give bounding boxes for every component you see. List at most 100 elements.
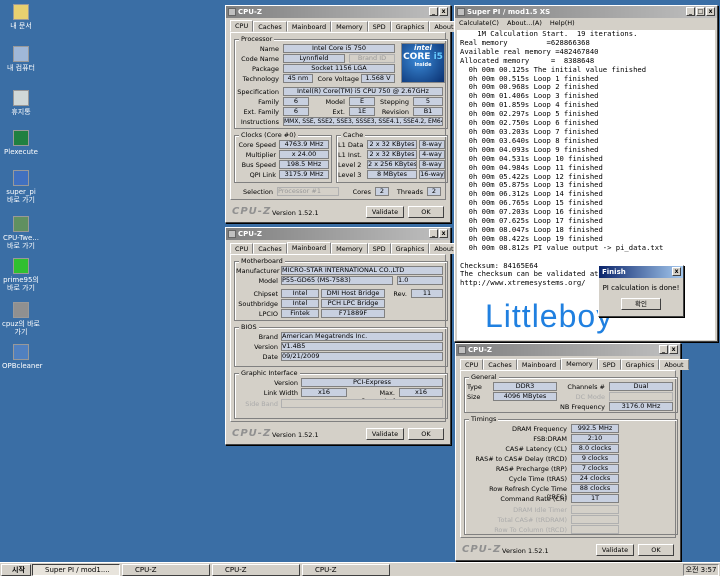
tab-spd[interactable]: SPD [367, 21, 391, 32]
cpuz-footer: CPU-Z Version 1.52.1 Validate OK [226, 428, 450, 441]
menu-about[interactable]: About...(A) [507, 19, 542, 27]
taskbar: 시작 Super PI / mod1.... CPU-Z CPU-Z CPU-Z… [0, 562, 720, 576]
cache-group: Cache L1 Data 2 x 32 KBytes 8-way L1 Inst.… [336, 131, 448, 183]
minimize-icon[interactable]: _ [429, 229, 438, 238]
tab-about[interactable]: About [659, 359, 689, 370]
output-line: 0h 00m 08.812s PI value output -> pi_dat… [460, 242, 664, 252]
tab-graphics[interactable]: Graphics [390, 21, 430, 32]
recycle-bin-icon [13, 90, 29, 106]
cpuz-tabs: CPU Caches Mainboard Memory SPD Graphics… [230, 20, 459, 32]
taskbar-item-cpuz-1[interactable]: CPU-Z [122, 564, 210, 576]
tab-caches[interactable]: Caches [253, 21, 287, 32]
close-icon[interactable]: x [439, 229, 448, 238]
desktop-icon-my-documents[interactable]: 내 문서 [2, 4, 40, 30]
desktop-icon-my-computer[interactable]: 내 컴퓨터 [2, 46, 40, 72]
tab-spd[interactable]: SPD [597, 359, 621, 370]
finish-message: PI calculation is done! [602, 284, 680, 292]
multiplier: x 24.00 [279, 150, 329, 159]
cpuz-window-memory: CPU-Z _ x CPU Caches Mainboard Memory SPD… [455, 343, 689, 561]
tab-cpu[interactable]: CPU [460, 359, 484, 370]
close-icon[interactable]: x [669, 345, 678, 354]
desktop-icon-cpu-tweaker[interactable]: CPU-Twe... 바로 가기 [2, 216, 40, 250]
mb-manufacturer: MICRO-STAR INTERNATIONAL CO.,LTD [281, 266, 443, 275]
cpu-instructions: MMX, SSE, SSE2, SSE3, SSSE3, SSE4.1, SSE… [283, 117, 443, 126]
computer-icon [13, 46, 29, 62]
minimize-icon[interactable]: _ [659, 345, 668, 354]
opbcleaner-icon [13, 344, 29, 360]
tab-cpu[interactable]: CPU [230, 20, 254, 32]
cpuz-titlebar[interactable]: CPU-Z _ x [226, 6, 450, 18]
cpuz-window-mainboard: CPU-Z _ x CPU Caches Mainboard Memory SPD… [225, 227, 459, 445]
desktop-icon-super-pi[interactable]: super_pi 바로 가기 [2, 170, 40, 204]
cpuz-tabs: CPU Caches Mainboard Memory SPD Graphics… [460, 358, 689, 370]
minimize-icon[interactable]: _ [686, 7, 695, 16]
cpuz-tabs: CPU Caches Mainboard Memory SPD Graphics… [230, 242, 459, 254]
cpu-name: Intel Core i5 750 [283, 44, 395, 53]
processor-group: Processor Name Intel Core i5 750 Code Nam… [234, 35, 448, 129]
clocks-group: Clocks (Core #0) Core Speed 4763.9 MHz Mu… [234, 131, 332, 183]
tab-memory[interactable]: Memory [331, 243, 368, 254]
cpu-panel: Processor Name Intel Core i5 750 Code Nam… [230, 32, 448, 200]
plexecute-icon [13, 130, 29, 146]
super-pi-icon [13, 170, 29, 186]
close-icon[interactable]: x [706, 7, 715, 16]
tab-caches[interactable]: Caches [253, 243, 287, 254]
cpu-codename: Lynnfield [283, 54, 345, 63]
superpi-titlebar[interactable]: Super PI / mod1.5 XS _ □ x [455, 6, 717, 18]
desktop-icon-opbcleaner[interactable]: OPBcleaner [2, 344, 43, 370]
ok-button[interactable]: OK [408, 206, 444, 218]
validate-button[interactable]: Validate [366, 428, 404, 440]
cpuz-titlebar[interactable]: CPU-Z _ x [456, 344, 680, 356]
superpi-app-icon [457, 8, 465, 16]
intel-core-i5-badge: intel CORE i5 inside [401, 43, 445, 83]
taskbar-item-cpuz-3[interactable]: CPU-Z [302, 564, 390, 576]
tab-caches[interactable]: Caches [483, 359, 517, 370]
general-group: General Type DDR3 Channels # Dual Size 4096… [464, 373, 678, 413]
tab-cpu[interactable]: CPU [230, 243, 254, 254]
ok-button[interactable]: OK [408, 428, 444, 440]
tab-mainboard[interactable]: Mainboard [286, 21, 332, 32]
mem-size: 4096 MBytes [493, 392, 557, 401]
tab-mainboard[interactable]: Mainboard [516, 359, 562, 370]
timings-group: Timings DRAM Frequency 992.5 MHz FSB:DRAM… [464, 415, 678, 535]
bus-speed: 198.5 MHz [279, 160, 329, 169]
cpu-tweaker-icon [13, 216, 29, 232]
taskbar-item-cpuz-2[interactable]: CPU-Z [212, 564, 300, 576]
tab-memory[interactable]: Memory [331, 21, 368, 32]
desktop-icon-recycle-bin[interactable]: 휴지통 [2, 90, 40, 116]
validate-button[interactable]: Validate [366, 206, 404, 218]
processor-select[interactable]: Processor #1 [277, 187, 339, 196]
cpuz-footer: CPU-Z Version 1.52.1 Validate OK [456, 544, 680, 557]
menu-help[interactable]: Help(H) [550, 19, 575, 27]
tab-graphics[interactable]: Graphics [390, 243, 430, 254]
mb-model: P55-GD65 (MS-7583) [281, 276, 393, 285]
cpuz-app-icon [458, 346, 466, 354]
cpuz-icon [13, 302, 29, 318]
tab-mainboard[interactable]: Mainboard [286, 242, 332, 254]
tab-spd[interactable]: SPD [367, 243, 391, 254]
menu-calculate[interactable]: Calculate(C) [459, 19, 499, 27]
finish-titlebar[interactable]: Finish x [599, 266, 683, 278]
confirm-button[interactable]: 확인 [621, 298, 661, 310]
taskbar-item-superpi[interactable]: Super PI / mod1.... [32, 564, 120, 576]
cpuz-window-cpu: CPU-Z _ x CPU Caches Mainboard Memory SPD… [225, 5, 459, 223]
graphic-interface-group: Graphic Interface Version PCI-Express Lin… [234, 369, 448, 419]
validate-button[interactable]: Validate [596, 544, 634, 556]
superpi-menubar: Calculate(C) About...(A) Help(H) [455, 18, 717, 28]
desktop-icon-plexecute[interactable]: Plexecute [2, 130, 40, 156]
start-button[interactable]: 시작 [1, 564, 31, 576]
desktop-icon-cpuz[interactable]: cpuz의 바로 가기 [2, 302, 40, 336]
finish-dialog: Finish x PI calculation is done! 확인 [598, 265, 684, 317]
maximize-icon[interactable]: □ [696, 7, 705, 16]
cpuz-logo: CPU-Z [462, 544, 502, 555]
close-icon[interactable]: x [672, 267, 681, 276]
cpu-specification: Intel(R) Core(TM) i5 CPU 750 @ 2.67GHz [283, 87, 443, 96]
mainboard-panel: Motherboard Manufacturer MICRO-STAR INTER… [230, 254, 448, 422]
close-icon[interactable]: x [439, 7, 448, 16]
tab-graphics[interactable]: Graphics [620, 359, 660, 370]
tab-memory[interactable]: Memory [561, 358, 598, 370]
ok-button[interactable]: OK [638, 544, 674, 556]
cpuz-titlebar[interactable]: CPU-Z _ x [226, 228, 450, 240]
minimize-icon[interactable]: _ [429, 7, 438, 16]
desktop-icon-prime95[interactable]: prime95의 바로 가기 [2, 258, 40, 292]
